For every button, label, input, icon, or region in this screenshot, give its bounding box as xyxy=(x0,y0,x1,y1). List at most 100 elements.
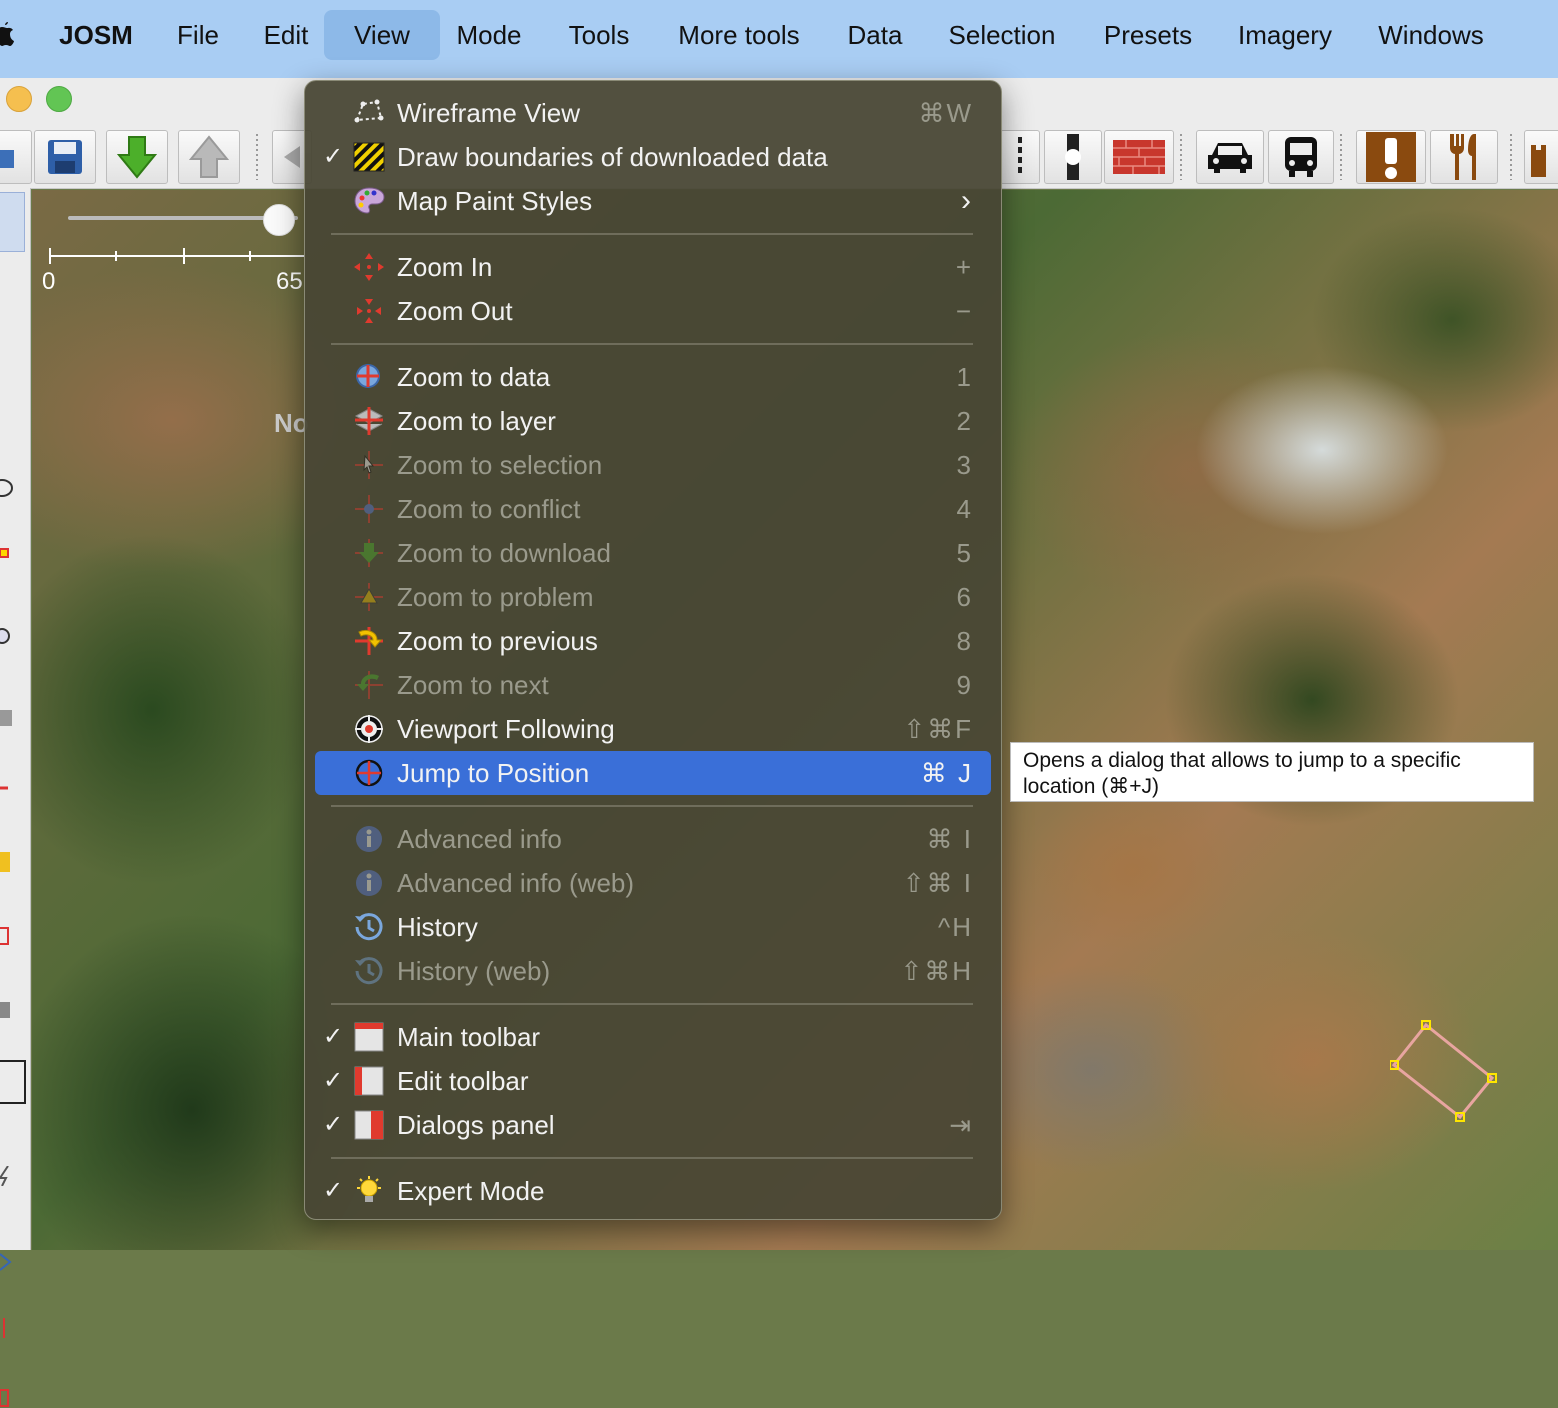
main-toolbar-icon xyxy=(354,1022,384,1052)
menu-windows[interactable]: Windows xyxy=(1372,10,1490,60)
delete-mode-icon[interactable] xyxy=(0,706,14,726)
menu-more-tools[interactable]: More tools xyxy=(670,10,808,60)
menu-item-zoom-to-conflict[interactable]: Zoom to conflict 4 xyxy=(315,487,991,531)
menu-item-shortcut: ⇥ xyxy=(949,1110,973,1140)
menu-app-josm[interactable]: JOSM xyxy=(56,10,136,60)
preset-car-button[interactable] xyxy=(1196,130,1264,184)
menu-item-shortcut: 6 xyxy=(956,582,973,612)
menu-item-main-toolbar[interactable]: ✓ Main toolbar xyxy=(315,1015,991,1059)
menu-item-viewport-following[interactable]: Viewport Following ⇧⌘F xyxy=(315,707,991,751)
menu-item-zoom-to-download[interactable]: Zoom to download 5 xyxy=(315,531,991,575)
preset-bollard-button[interactable] xyxy=(1044,130,1102,184)
menu-edit[interactable]: Edit xyxy=(256,10,316,60)
menu-item-zoom-to-data[interactable]: Zoom to data 1 xyxy=(315,355,991,399)
preset-barrier-button[interactable] xyxy=(1000,130,1040,184)
open-button[interactable] xyxy=(0,130,32,184)
checkmark-icon: ✓ xyxy=(322,1023,344,1050)
toolbar-separator xyxy=(1510,134,1512,180)
menu-presets[interactable]: Presets xyxy=(1098,10,1198,60)
menu-tools[interactable]: Tools xyxy=(562,10,636,60)
menu-item-history-web[interactable]: History (web) ⇧⌘H xyxy=(315,949,991,993)
map-way-selected[interactable] xyxy=(1390,1020,1500,1124)
exclamation-icon xyxy=(1366,132,1416,182)
minimize-button[interactable] xyxy=(6,86,32,112)
checkmark-icon: ✓ xyxy=(322,1067,344,1094)
zoom-slider-knob[interactable] xyxy=(263,204,295,236)
split-way-icon[interactable] xyxy=(0,926,14,946)
menu-item-zoom-in[interactable]: Zoom In + xyxy=(315,245,991,289)
preset-castle-button[interactable] xyxy=(1524,130,1558,184)
bollard-icon xyxy=(1065,134,1081,180)
menu-item-edit-toolbar[interactable]: ✓ Edit toolbar xyxy=(315,1059,991,1103)
tooltip-line: location (⌘+J) xyxy=(1023,775,1159,798)
menu-item-zoom-to-next[interactable]: Zoom to next 9 xyxy=(315,663,991,707)
preset-bus-button[interactable] xyxy=(1268,130,1334,184)
upload-button[interactable] xyxy=(178,130,240,184)
history-web-icon xyxy=(355,957,383,985)
menu-item-shortcut: + xyxy=(955,252,973,282)
toolbar-separator xyxy=(256,134,258,180)
menu-bar: JOSM File Edit View Mode Tools More tool… xyxy=(0,0,1558,78)
menu-file[interactable]: File xyxy=(170,10,226,60)
node-icon[interactable] xyxy=(0,544,14,564)
lightning-icon[interactable] xyxy=(0,1166,14,1186)
menu-item-draw-boundaries[interactable]: ✓ Draw boundaries of downloaded data xyxy=(315,135,991,179)
menu-view[interactable]: View xyxy=(324,10,440,60)
menu-item-shortcut: 1 xyxy=(956,362,973,392)
download-button[interactable] xyxy=(106,130,168,184)
menu-item-zoom-out[interactable]: Zoom Out − xyxy=(315,289,991,333)
download-arrow-icon xyxy=(116,136,158,179)
menu-item-jump-to-position[interactable]: Jump to Position ⌘ J xyxy=(315,751,991,795)
preset-restaurant-button[interactable] xyxy=(1430,130,1498,184)
menu-separator xyxy=(331,1157,973,1159)
menu-item-label: Viewport Following xyxy=(397,714,615,744)
menu-item-dialogs-panel[interactable]: ✓ Dialogs panel ⇥ xyxy=(315,1103,991,1147)
save-button[interactable] xyxy=(34,130,96,184)
zoom-mode-icon[interactable] xyxy=(0,628,14,648)
zoom-button[interactable] xyxy=(46,86,72,112)
preset-wall-button[interactable] xyxy=(1104,130,1174,184)
extrude-icon[interactable] xyxy=(0,1318,14,1338)
menu-imagery[interactable]: Imagery xyxy=(1232,10,1338,60)
diamond-icon[interactable] xyxy=(0,1252,14,1272)
jump-to-position-icon xyxy=(355,759,383,787)
improve-way-icon[interactable] xyxy=(0,778,14,798)
lightbulb-icon xyxy=(357,1176,381,1202)
building-icon[interactable] xyxy=(0,1000,14,1020)
apple-menu-icon[interactable] xyxy=(0,18,16,48)
checkmark-icon: ✓ xyxy=(322,1177,344,1204)
menu-item-history[interactable]: History ^H xyxy=(315,905,991,949)
scale-tick xyxy=(49,248,51,264)
menu-separator xyxy=(331,805,973,807)
menu-selection[interactable]: Selection xyxy=(942,10,1062,60)
parallel-icon[interactable] xyxy=(0,852,14,872)
menu-item-zoom-to-selection[interactable]: Zoom to selection 3 xyxy=(315,443,991,487)
menu-item-map-paint-styles[interactable]: Map Paint Styles › xyxy=(315,179,991,223)
car-icon xyxy=(1208,143,1252,173)
select-mode-button[interactable] xyxy=(0,192,25,252)
menu-data[interactable]: Data xyxy=(842,10,908,60)
menu-item-label: Expert Mode xyxy=(397,1176,545,1206)
menu-item-expert-mode[interactable]: ✓ Expert Mode xyxy=(315,1169,991,1213)
submenu-chevron-icon: › xyxy=(961,184,973,217)
menu-mode[interactable]: Mode xyxy=(452,10,526,60)
preset-attention-button[interactable] xyxy=(1356,130,1426,184)
menu-item-zoom-to-problem[interactable]: Zoom to problem 6 xyxy=(315,575,991,619)
menu-item-advanced-info[interactable]: Advanced info ⌘ I xyxy=(315,817,991,861)
menu-item-label: Advanced info xyxy=(397,824,562,854)
menu-item-wireframe-view[interactable]: Wireframe View ⌘W xyxy=(315,91,991,135)
menu-item-advanced-info-web[interactable]: Advanced info (web) ⇧⌘ I xyxy=(315,861,991,905)
menu-item-label: Zoom Out xyxy=(397,296,513,326)
menu-separator xyxy=(331,1003,973,1005)
menu-item-zoom-to-layer[interactable]: Zoom to layer 2 xyxy=(315,399,991,443)
menu-item-zoom-to-previous[interactable]: Zoom to previous 8 xyxy=(315,619,991,663)
zoom-download-icon xyxy=(355,539,383,567)
lasso-icon[interactable] xyxy=(0,478,14,498)
zoom-out-icon xyxy=(357,299,381,323)
zoom-data-icon xyxy=(356,364,380,388)
rectangle-nodes-icon[interactable] xyxy=(0,1388,14,1408)
history-icon xyxy=(355,913,383,941)
edit-toolbar-handle[interactable] xyxy=(0,1060,26,1104)
menu-item-shortcut: 2 xyxy=(956,406,973,436)
brick-wall-icon xyxy=(1113,140,1165,174)
